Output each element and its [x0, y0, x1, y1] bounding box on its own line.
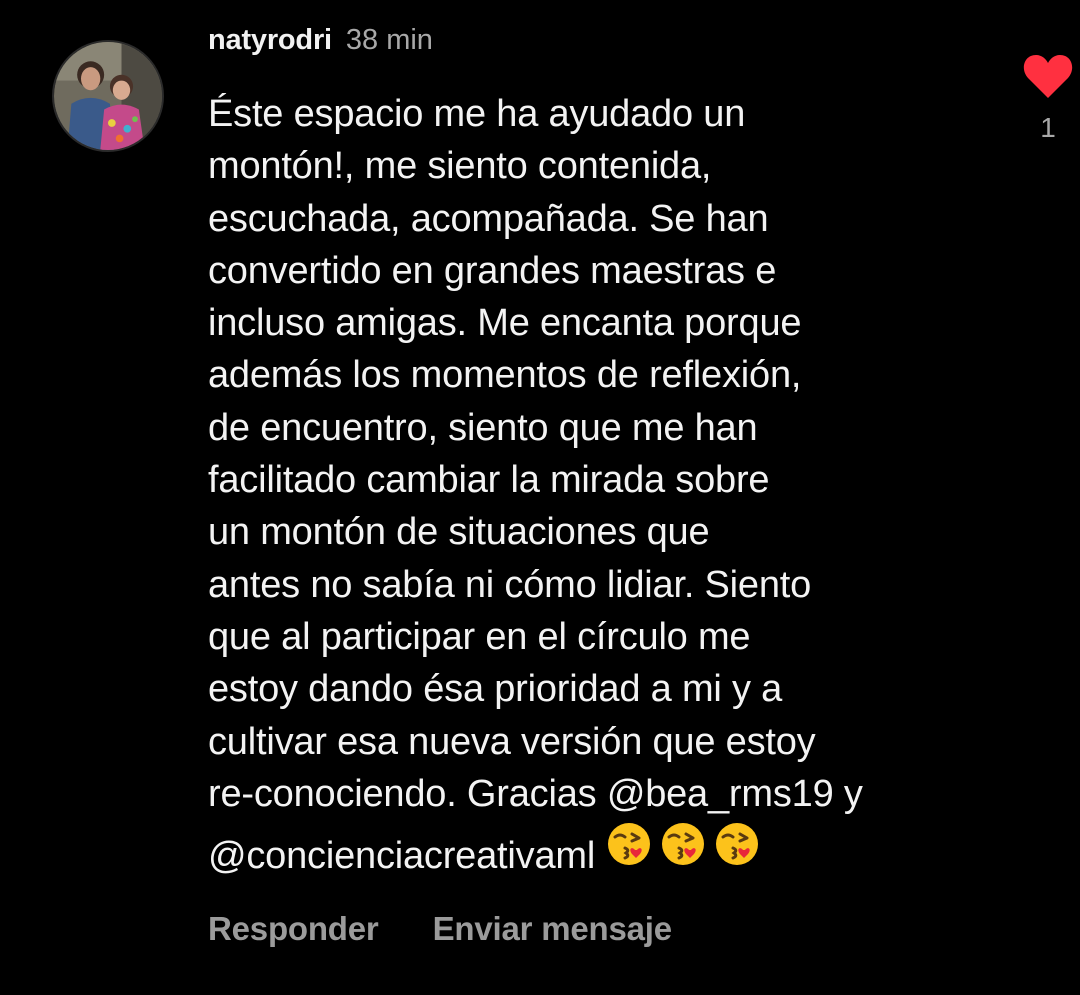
emoji-group: [605, 820, 761, 868]
send-message-button[interactable]: Enviar mensaje: [433, 910, 673, 948]
comment-header: natyrodri 38 min: [208, 24, 433, 64]
comment-line: estoy dando ésa prioridad a mi y a: [208, 668, 783, 711]
like-control: 1: [1020, 52, 1076, 144]
comment-line: escuchada, acompañada. Se han: [208, 197, 769, 240]
like-count: 1: [1040, 112, 1056, 143]
comment-last-line: @concienciacreativaml: [208, 820, 968, 882]
comment-text: Éste espacio me ha ayudado un montón!, m…: [208, 88, 968, 882]
comment-line: convertido en grandes maestras e: [208, 249, 777, 292]
heart-icon[interactable]: [1022, 52, 1074, 100]
mention-link[interactable]: @concienciacreativaml: [208, 835, 595, 877]
comment-line: además los momentos de reflexión,: [208, 354, 802, 397]
comment-line: cultivar esa nueva versión que estoy: [208, 720, 816, 763]
comment-line: incluso amigas. Me encanta porque: [208, 302, 802, 345]
comment-item: natyrodri 38 min Éste espacio me ha ayud…: [0, 0, 1080, 995]
comment-line: un montón de situaciones que: [208, 511, 710, 554]
timestamp: 38 min: [345, 24, 433, 56]
comment-line: montón!, me siento contenida,: [208, 145, 712, 188]
avatar[interactable]: [52, 40, 164, 152]
kissing-face-heart-icon: [659, 820, 707, 868]
comment-line: re-conociendo. Gracias @bea_rms19 y: [208, 772, 863, 815]
comment-line: que al participar en el círculo me: [208, 615, 751, 658]
reply-button[interactable]: Responder: [208, 910, 379, 948]
comment-line: Éste espacio me ha ayudado un: [208, 93, 746, 135]
kissing-face-heart-icon: [605, 820, 653, 868]
kissing-face-heart-icon: [713, 820, 761, 868]
comment-line: facilitado cambiar la mirada sobre: [208, 459, 770, 502]
avatar-photo: [54, 42, 162, 150]
comment-line: antes no sabía ni cómo lidiar. Siento: [208, 563, 812, 606]
username[interactable]: natyrodri: [208, 24, 332, 57]
comment-line: de encuentro, siento que me han: [208, 406, 758, 449]
comment-actions: Responder Enviar mensaje: [208, 910, 672, 948]
